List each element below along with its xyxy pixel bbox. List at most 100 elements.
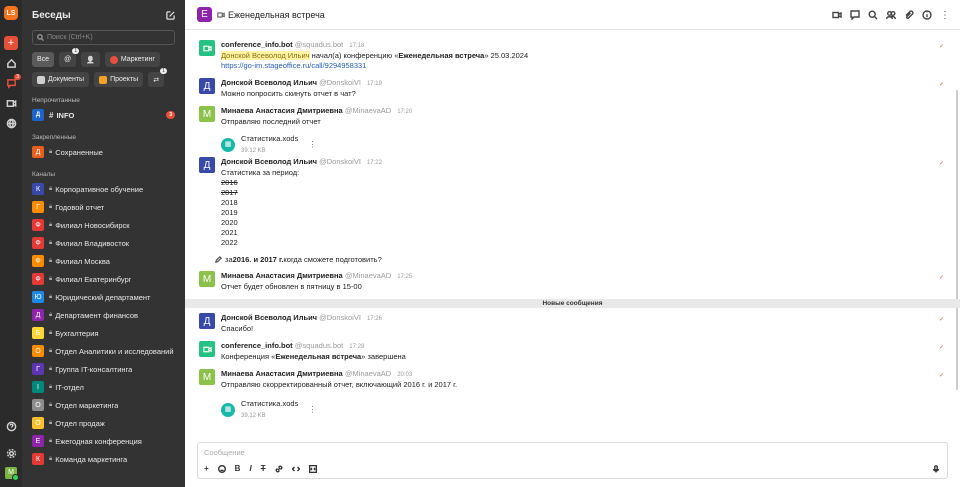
emoji-icon[interactable] <box>217 464 226 473</box>
video-icon[interactable] <box>4 96 18 110</box>
chat-header: Е Еженедельная встреча <box>185 0 960 30</box>
microphone-icon[interactable] <box>932 465 940 473</box>
read-check-icon: ✓ <box>938 317 944 323</box>
feed-scrollbar[interactable] <box>956 90 958 390</box>
message: Д Донской Всеволод Ильич @DonskoiVI 17:19… <box>199 78 948 99</box>
sidebar-item-label: Филиал Екатеринбург <box>55 274 132 284</box>
sidebar-title: Беседы <box>32 9 71 21</box>
message-composer[interactable]: Сообщение + B I T <box>197 442 948 479</box>
filter-projects[interactable]: Проекты <box>94 72 144 87</box>
message-time: 17:20 <box>397 109 413 115</box>
message-feed[interactable]: conference_info.bot @squadus.bot 17:18 До… <box>185 30 960 442</box>
message-author[interactable]: Донской Всеволод Ильич <box>221 157 317 166</box>
sidebar-item-channel[interactable]: К 🔒︎ Команда маркетинга <box>22 450 185 468</box>
chat-sidebar: Беседы Поиск (Ctrl+K) Все @1 👤 Маркетинг… <box>22 0 185 487</box>
attachments-icon[interactable] <box>904 9 914 20</box>
call-link[interactable]: https://go-im.stageoffice.ru/call/929495… <box>221 61 936 71</box>
members-icon[interactable] <box>886 10 896 20</box>
read-check-icon: ✓ <box>938 373 944 379</box>
italic-icon[interactable]: I <box>249 464 251 473</box>
chats-icon[interactable]: 3 <box>4 74 21 90</box>
compose-icon[interactable] <box>166 10 175 20</box>
sidebar-item-label: Филиал Новосибирск <box>55 220 130 230</box>
sidebar-item-channel[interactable]: Е 🔒︎ Ежегодная конференция <box>22 432 185 450</box>
help-icon[interactable] <box>4 419 18 433</box>
video-call-icon[interactable] <box>832 10 842 20</box>
sidebar-item-label: Отдел маркетинга <box>55 400 119 410</box>
message: Д Донской Всеволод Ильич @DonskoiVI 17:26… <box>199 313 948 334</box>
message-time: 17:28 <box>349 344 365 350</box>
sidebar-item-info[interactable]: Д # INFO 3 <box>22 106 185 124</box>
author-avatar: М <box>199 369 215 385</box>
sidebar-item-channel[interactable]: О 🔒︎ Отдел продаж <box>22 414 185 432</box>
sidebar-item-channel[interactable]: Ф 🔒︎ Филиал Владивосток <box>22 234 185 252</box>
search-icon[interactable] <box>868 9 878 20</box>
info-icon[interactable] <box>922 9 932 20</box>
sidebar-item-channel[interactable]: I 🔒︎ IT-отдел <box>22 378 185 396</box>
filter-marketing[interactable]: Маркетинг <box>104 52 160 67</box>
strike-icon[interactable]: T <box>261 464 266 473</box>
lock-icon: 🔒︎ <box>49 383 53 390</box>
message-author[interactable]: conference_info.bot <box>221 341 293 350</box>
sidebar-item-channel[interactable]: К 🔒︎ Корпоративное обучение <box>22 180 185 198</box>
kebab-menu-icon[interactable] <box>940 10 950 20</box>
channel-avatar: I <box>32 381 44 393</box>
file-attachment[interactable]: ▦ Статистика.xods 39.12 KB ⋮ <box>221 134 936 156</box>
file-menu-icon[interactable]: ⋮ <box>308 405 316 415</box>
file-attachment[interactable]: ▦ Статистика.xods 39.12 KB ⋮ <box>221 399 936 421</box>
message-text: Статистика за период: <box>221 168 300 177</box>
message-nick: @MinaevaAD <box>344 271 392 280</box>
channel-avatar: Г <box>32 363 44 375</box>
message-author[interactable]: conference_info.bot <box>221 40 293 49</box>
mention[interactable]: Донской Всеволод Ильич <box>221 51 310 60</box>
globe-icon[interactable] <box>4 116 18 130</box>
sidebar-item-channel[interactable]: Г 🔒︎ Группа IT-консалтинга <box>22 360 185 378</box>
filter-direct[interactable]: 👤 <box>81 52 100 67</box>
home-icon[interactable] <box>4 56 18 70</box>
sidebar-item-channel[interactable]: Д 🔒︎ Департамент финансов <box>22 306 185 324</box>
message-author[interactable]: Донской Всеволод Ильич <box>221 78 317 87</box>
message-nick: @DonskoiVI <box>319 157 361 166</box>
spreadsheet-icon: ▦ <box>221 403 235 417</box>
bold-icon[interactable]: B <box>235 464 241 473</box>
sidebar-item-label: Сохраненные <box>55 147 103 157</box>
message-nick: @DonskoiVI <box>319 313 361 322</box>
message-nick: @squadus.bot <box>294 341 344 350</box>
read-check-icon: ✓ <box>938 82 944 88</box>
sidebar-item-saved[interactable]: Д 🔒︎ Сохраненные <box>22 143 185 161</box>
user-avatar[interactable]: M <box>5 467 19 481</box>
sidebar-item-channel[interactable]: О 🔒︎ Отдел Аналитики и исследований <box>22 342 185 360</box>
year: 2018 <box>221 198 238 207</box>
code-icon[interactable] <box>291 465 300 473</box>
sidebar-header: Беседы <box>22 0 185 30</box>
sidebar-item-channel[interactable]: Ф 🔒︎ Филиал Екатеринбург <box>22 270 185 288</box>
message-author[interactable]: Минаева Анастасия Дмитриевна <box>221 369 343 378</box>
sidebar-item-channel[interactable]: О 🔒︎ Отдел маркетинга <box>22 396 185 414</box>
message-input[interactable]: Сообщение <box>204 448 941 460</box>
sidebar-item-channel[interactable]: Б 🔒︎ Бухгалтерия <box>22 324 185 342</box>
create-button[interactable]: + <box>4 36 18 50</box>
left-rail: LS + 3 M <box>0 0 22 487</box>
file-menu-icon[interactable]: ⋮ <box>308 140 316 150</box>
sidebar-item-channel[interactable]: Ю 🔒︎ Юридический департамент <box>22 288 185 306</box>
message-author[interactable]: Донской Всеволод Ильич <box>221 313 317 322</box>
search-input[interactable]: Поиск (Ctrl+K) <box>32 30 175 45</box>
filter-all[interactable]: Все <box>32 52 55 67</box>
filter-mentions[interactable]: @1 <box>59 48 80 67</box>
sidebar-item-channel[interactable]: Г 🔒︎ Годовой отчет <box>22 198 185 216</box>
code-block-icon[interactable] <box>308 464 317 473</box>
threads-icon[interactable] <box>850 9 860 20</box>
message-nick: @MinaevaAD <box>344 106 392 115</box>
message-author[interactable]: Минаева Анастасия Дмитриевна <box>221 271 343 280</box>
filter-documents[interactable]: Документы <box>32 72 90 87</box>
sidebar-item-channel[interactable]: Ф 🔒︎ Филиал Москва <box>22 252 185 270</box>
read-check-icon: ✓ <box>938 345 944 351</box>
sidebar-item-channel[interactable]: Ф 🔒︎ Филиал Новосибирск <box>22 216 185 234</box>
link-icon[interactable] <box>275 465 283 473</box>
filter-threads[interactable]: ⇄ 1 <box>148 68 168 87</box>
unread-badge: 3 <box>166 111 175 119</box>
settings-icon[interactable] <box>4 446 18 460</box>
bot-avatar <box>199 341 215 357</box>
message-author[interactable]: Минаева Анастасия Дмитриевна <box>221 106 343 115</box>
add-icon[interactable]: + <box>204 464 209 473</box>
